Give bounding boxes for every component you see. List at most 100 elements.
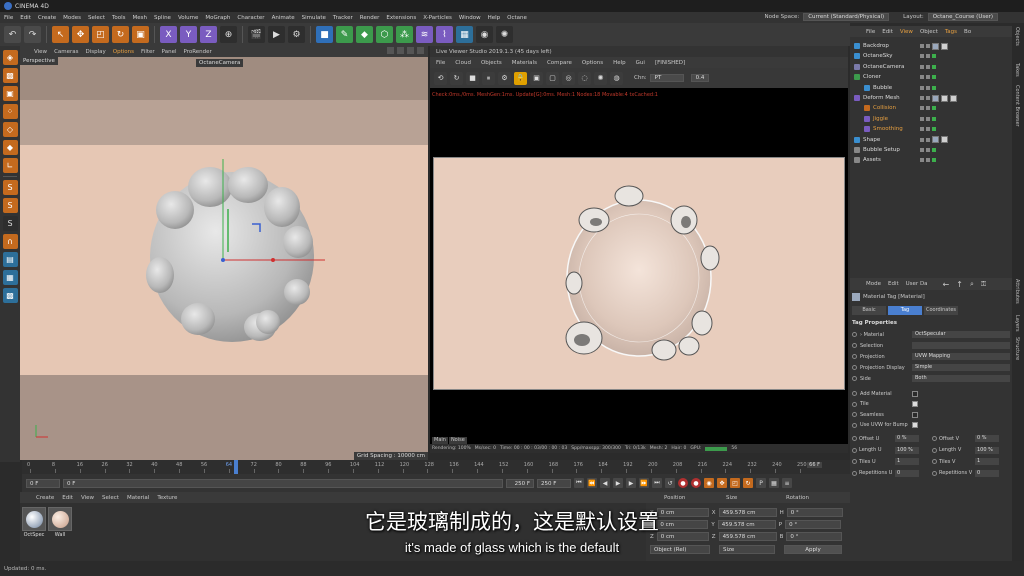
render-picture-viewer-icon[interactable]: ▶ [268, 26, 285, 43]
tag-icon[interactable] [932, 136, 939, 144]
animate-dot-icon[interactable] [852, 391, 857, 396]
am-tab-basic[interactable]: Basic [852, 306, 886, 315]
lv-menu-cloud[interactable]: Cloud [455, 60, 471, 66]
axis-mode-icon[interactable]: ∟ [2, 158, 18, 173]
menu-file[interactable]: File [4, 15, 13, 21]
grid-icon[interactable]: ▩ [2, 288, 18, 303]
render-view-icon[interactable]: 🎬 [248, 26, 265, 43]
pen-icon[interactable]: ✎ [336, 26, 353, 43]
bend-icon[interactable]: ⌇ [436, 26, 453, 43]
make-editable-icon[interactable]: ◈ [2, 50, 18, 65]
visibility-toggles[interactable] [920, 64, 936, 69]
menu-extensions[interactable]: Extensions [386, 15, 416, 21]
side-tab-layers[interactable]: Layers [1014, 315, 1020, 332]
visibility-dot-icon[interactable] [920, 158, 924, 163]
am-checkbox[interactable] [912, 422, 918, 428]
object-row[interactable]: Shape [850, 135, 1012, 145]
clay-mode-icon[interactable]: ◍ [610, 71, 623, 85]
menu-octane[interactable]: Octane [507, 15, 527, 21]
object-row[interactable]: Cloner [850, 72, 1012, 82]
am-checkbox[interactable] [912, 411, 918, 418]
scale-icon[interactable]: ◰ [92, 26, 109, 43]
am-property-value[interactable]: UVW Mapping [912, 353, 1010, 360]
object-row[interactable]: Jiggle [850, 114, 1012, 124]
rotate-icon[interactable]: ↻ [112, 26, 129, 43]
visibility-toggles[interactable] [920, 54, 936, 59]
animate-dot-icon[interactable] [852, 376, 857, 381]
om-menu-object[interactable]: Object [920, 29, 938, 35]
z-axis-icon[interactable]: Z [200, 26, 217, 43]
menu-edit[interactable]: Edit [20, 15, 31, 21]
subdivision-icon[interactable]: ◆ [356, 26, 373, 43]
menu-animate[interactable]: Animate [272, 15, 295, 21]
mat-menu-create[interactable]: Create [36, 495, 54, 501]
visibility-toggles[interactable] [920, 75, 936, 80]
previous-frame-icon[interactable]: ◀ [600, 478, 610, 488]
visibility-dot-icon[interactable] [926, 158, 930, 163]
timeline-playhead[interactable] [234, 460, 238, 474]
side-tab-attributes[interactable]: Attributes [1014, 279, 1020, 304]
menu-window[interactable]: Window [459, 15, 481, 21]
mat-menu-select[interactable]: Select [102, 495, 119, 501]
animate-dot-icon[interactable] [852, 470, 857, 476]
visibility-dot-icon[interactable] [926, 54, 930, 59]
zoom-field[interactable]: 0.4 [690, 74, 710, 82]
render-settings-icon[interactable]: ⚙ [288, 26, 305, 43]
tag-icon[interactable] [932, 94, 939, 102]
am-pair-value[interactable]: 100 % [895, 446, 919, 454]
array-icon[interactable]: ⬡ [376, 26, 393, 43]
y-axis-icon[interactable]: Y [180, 26, 197, 43]
visibility-dot-icon[interactable] [932, 127, 936, 132]
am-pair-value[interactable]: 0 [975, 469, 999, 477]
previous-key-icon[interactable]: ⏪ [587, 478, 597, 488]
visibility-dot-icon[interactable] [920, 106, 924, 111]
undo-icon[interactable]: ↶ [4, 26, 21, 43]
menu-render[interactable]: Render [360, 15, 380, 21]
autokey-icon[interactable]: ● [691, 478, 701, 488]
object-row[interactable]: Bubble [850, 83, 1012, 93]
am-checkbox[interactable] [912, 390, 918, 397]
animate-dot-icon[interactable] [852, 343, 857, 348]
lv-tab-main[interactable]: Main [432, 437, 448, 444]
viewport-menu-filter[interactable]: Filter [141, 49, 155, 55]
viewport-camera-label[interactable]: OctaneCamera [196, 59, 244, 67]
visibility-dot-icon[interactable] [926, 75, 930, 80]
visibility-dot-icon[interactable] [932, 116, 936, 121]
mat-menu-material[interactable]: Material [127, 495, 149, 501]
mat-menu-texture[interactable]: Texture [157, 495, 177, 501]
animate-dot-icon[interactable] [852, 365, 857, 370]
menu-character[interactable]: Character [237, 15, 264, 21]
scale-key-icon[interactable]: ◰ [730, 478, 740, 488]
settings-icon[interactable]: ⚙ [498, 71, 511, 85]
position-key-icon[interactable]: ✥ [717, 478, 727, 488]
tag-icon[interactable] [941, 136, 948, 144]
visibility-dot-icon[interactable] [932, 85, 936, 90]
am-property-value[interactable]: Both [912, 375, 1010, 382]
region-render-icon[interactable]: ▣ [530, 71, 543, 85]
deformer-icon[interactable]: ≋ [416, 26, 433, 43]
object-row[interactable]: OctaneCamera [850, 62, 1012, 72]
animate-dot-icon[interactable] [852, 436, 857, 441]
menu-simulate[interactable]: Simulate [302, 15, 326, 21]
side-tab-structure[interactable]: Structure [1014, 337, 1020, 360]
om-menu-edit[interactable]: Edit [882, 29, 893, 35]
pick-material-icon[interactable]: ✺ [594, 71, 607, 85]
side-tab-objects[interactable]: Objects [1014, 27, 1020, 46]
visibility-toggles[interactable] [920, 127, 936, 132]
menu-mesh[interactable]: Mesh [133, 15, 147, 21]
perspective-viewport[interactable]: Perspective OctaneCamera Grid Spacing : … [20, 57, 428, 460]
lock-icon[interactable]: 🔒 [514, 71, 527, 85]
object-row[interactable]: Backdrop [850, 41, 1012, 51]
redo-icon[interactable]: ↷ [24, 26, 41, 43]
lv-menu-materials[interactable]: Materials [512, 60, 537, 66]
visibility-toggles[interactable] [920, 116, 936, 121]
visibility-dot-icon[interactable] [932, 148, 936, 152]
am-pair-value[interactable]: 100 % [975, 446, 999, 454]
end-frame-field[interactable]: 250 F [506, 478, 534, 488]
visibility-dot-icon[interactable] [920, 75, 924, 80]
viewport-move-icon[interactable] [387, 47, 394, 54]
lock-icon[interactable]: ⚿ [981, 280, 986, 289]
search-icon[interactable]: ⌕ [970, 280, 974, 289]
start-frame-field[interactable]: 0 F [26, 478, 60, 488]
om-menu-tags[interactable]: Tags [945, 29, 957, 35]
